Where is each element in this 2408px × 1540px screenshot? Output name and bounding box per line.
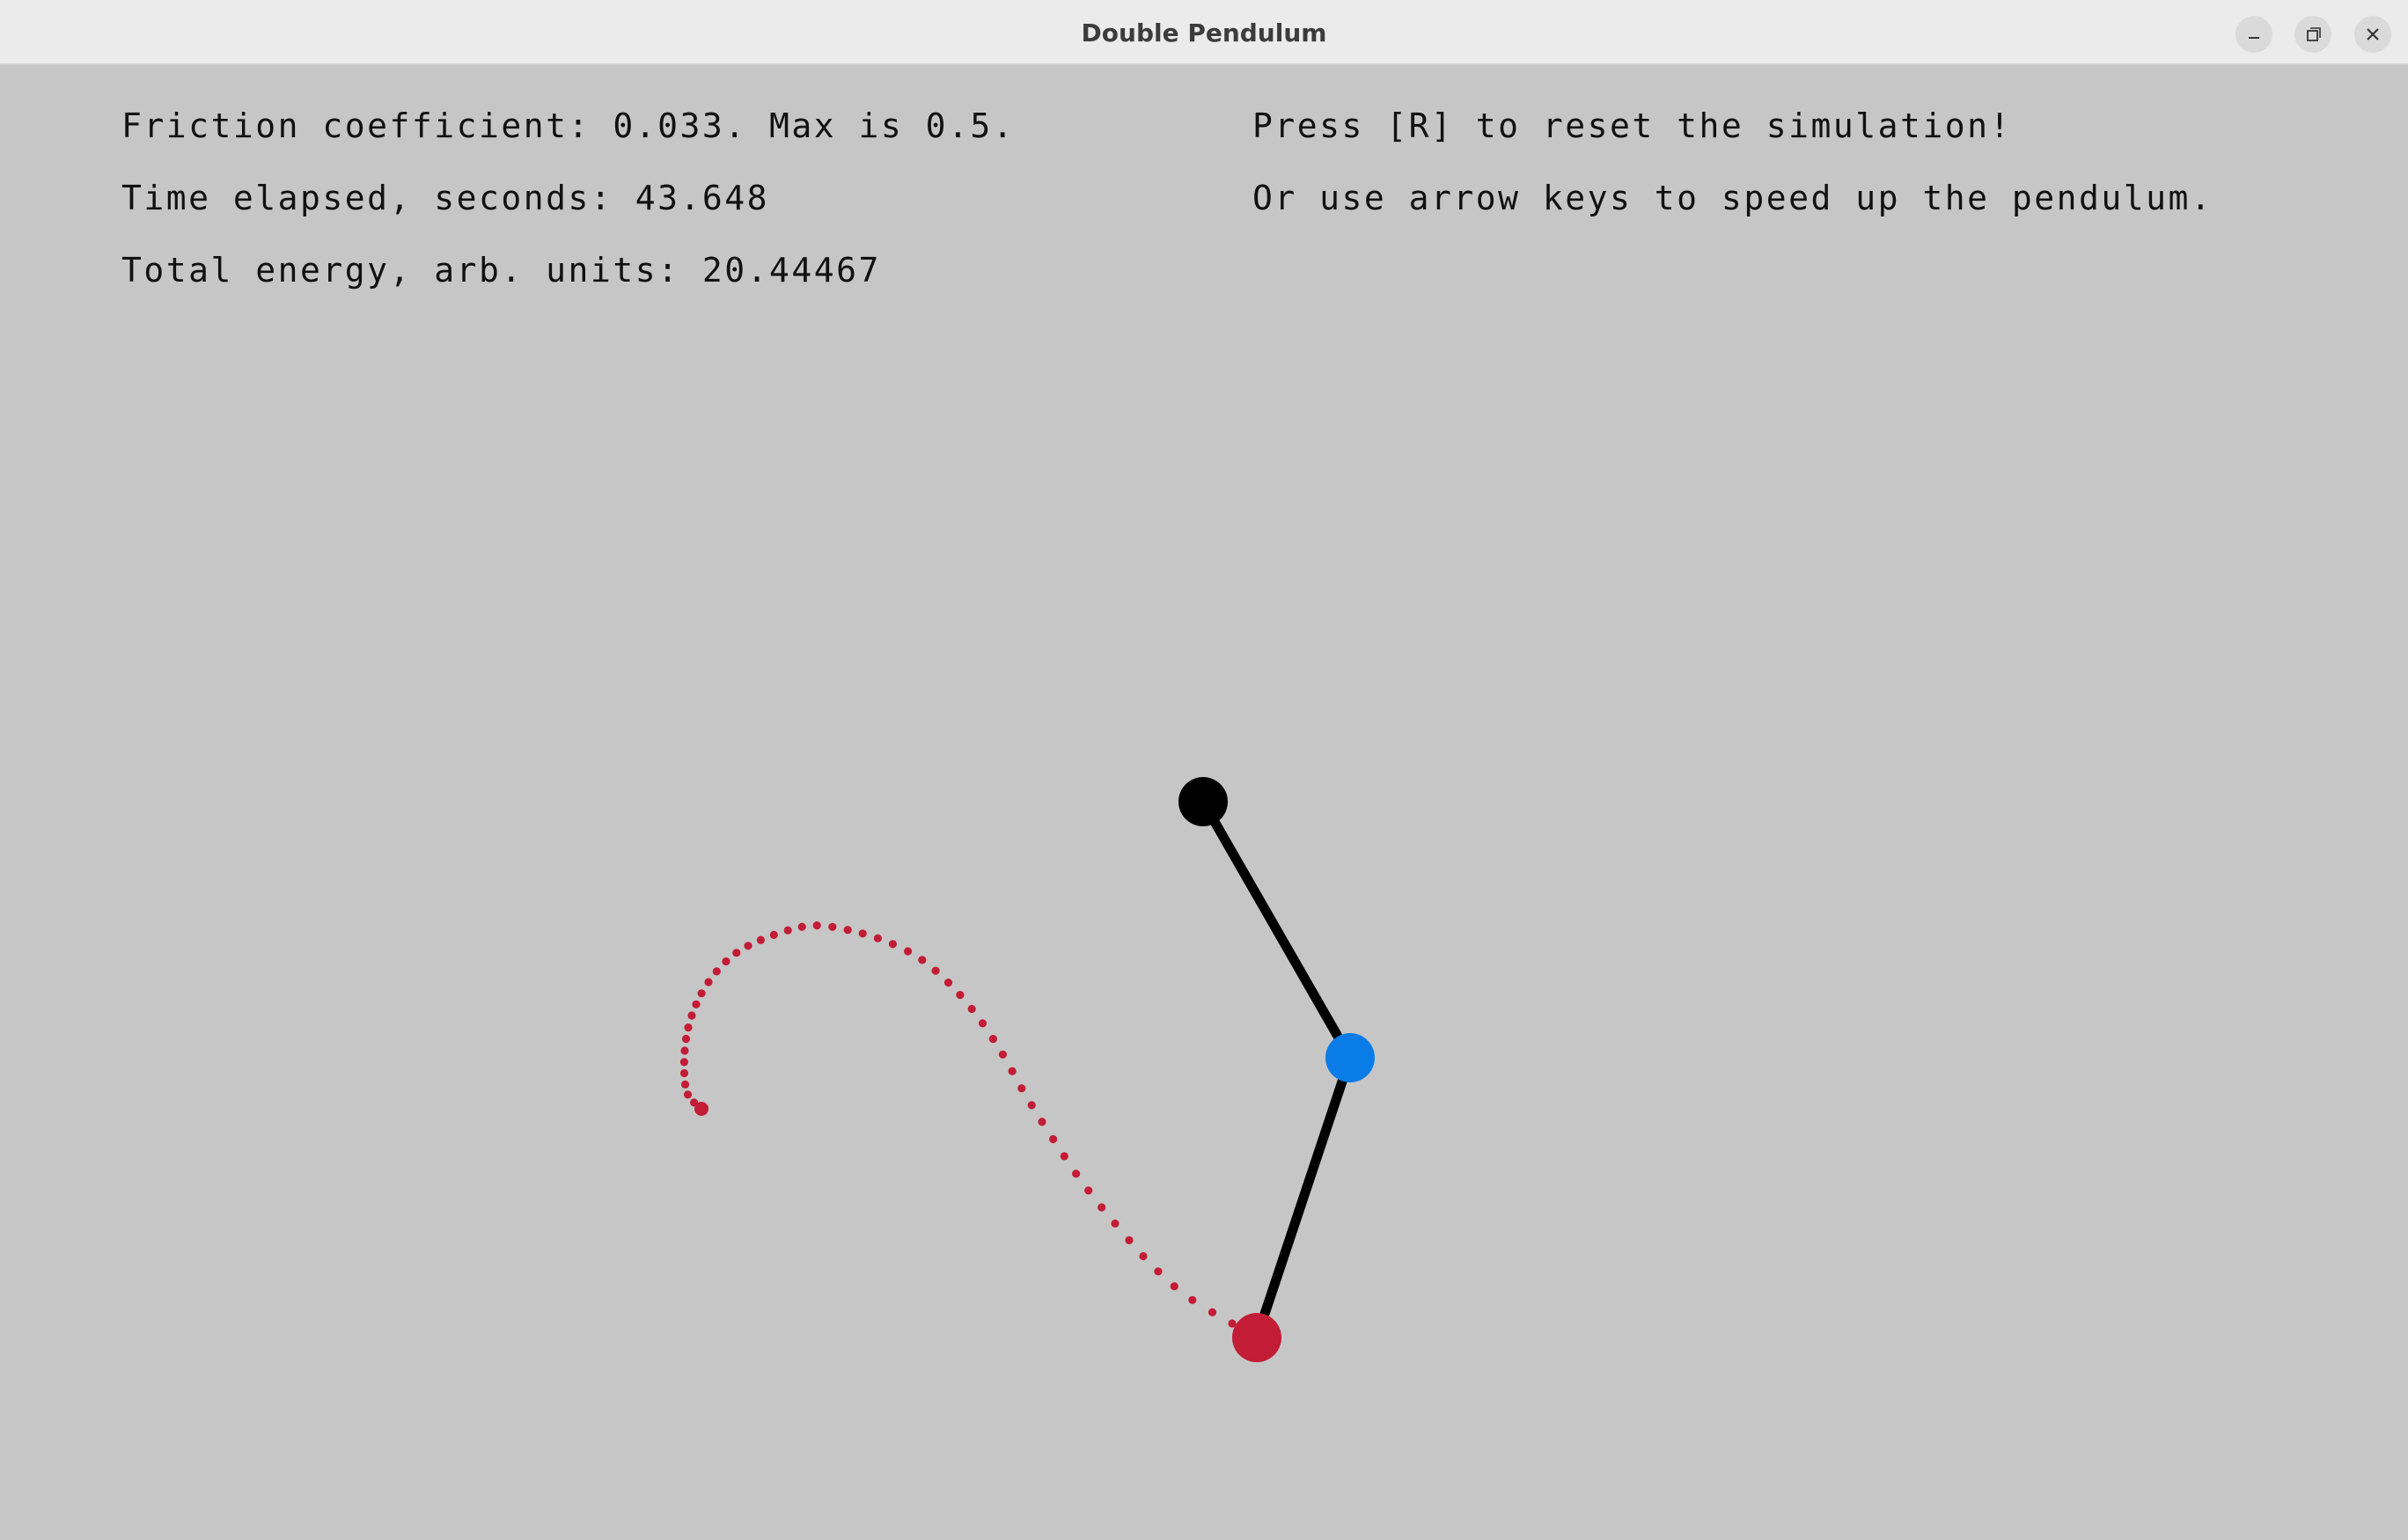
trail-dot	[943, 979, 953, 987]
trail-dot	[687, 1011, 696, 1020]
restore-icon	[2307, 27, 2321, 41]
upper-bob	[1325, 1033, 1375, 1082]
trail-dot	[1049, 1134, 1058, 1144]
trail-dot	[732, 949, 741, 957]
trail-dot	[1188, 1295, 1197, 1304]
minimize-button[interactable]	[2235, 16, 2272, 53]
trail-dot	[1008, 1067, 1017, 1075]
trail-dot	[1125, 1236, 1134, 1244]
lower-rod	[1252, 1052, 1355, 1343]
trail-dot	[679, 1068, 689, 1078]
trail-dot	[858, 929, 867, 938]
trail-dot	[918, 956, 927, 964]
app-window: Double Pendulum Friction coefficient: 0.…	[0, 0, 2408, 1540]
trail-dot	[1098, 1203, 1106, 1212]
trail-dot	[683, 1090, 693, 1099]
trail-dot	[769, 930, 778, 939]
trail-dot	[783, 926, 792, 935]
close-icon	[2367, 28, 2379, 40]
trail-dot	[692, 1000, 701, 1008]
trail-dot	[904, 947, 913, 956]
restore-button[interactable]	[2294, 16, 2331, 53]
trail-dot	[680, 1080, 690, 1089]
trail-dot	[712, 967, 721, 976]
trail-dot	[1017, 1084, 1026, 1093]
trail-dot	[873, 934, 883, 942]
trail-dot	[756, 935, 766, 944]
trail-dot	[797, 922, 806, 931]
simulation-canvas[interactable]: Friction coefficient: 0.033. Max is 0.5.…	[0, 65, 2408, 1540]
trail-dot	[828, 922, 837, 931]
window-title: Double Pendulum	[1081, 18, 1327, 48]
trail-dot	[1027, 1101, 1036, 1110]
trail-dot	[988, 1035, 997, 1044]
minimize-icon	[2249, 37, 2259, 39]
trail-dot	[1139, 1251, 1148, 1261]
trail-dot	[843, 926, 852, 935]
close-button[interactable]	[2354, 16, 2391, 53]
trail-dot	[812, 921, 821, 930]
trail-dot	[690, 1098, 699, 1107]
trail-dot	[1208, 1308, 1217, 1316]
trail-dot	[931, 966, 940, 975]
trail-dot	[722, 957, 730, 966]
trail-dot	[1084, 1186, 1093, 1195]
trail-dot	[1154, 1267, 1163, 1276]
trail-dot	[998, 1050, 1007, 1059]
title-bar[interactable]: Double Pendulum	[0, 0, 2408, 65]
trail-dot	[967, 1004, 976, 1014]
trail-dot	[978, 1019, 987, 1028]
upper-rod	[1198, 796, 1355, 1063]
trail-dot	[888, 940, 898, 949]
trail-dot	[1072, 1170, 1081, 1178]
trail-dot	[1038, 1118, 1046, 1126]
pivot-bob	[1178, 777, 1228, 826]
trail-dot	[680, 1046, 689, 1055]
lower-bob	[1232, 1313, 1281, 1362]
trail-dot	[744, 942, 752, 950]
pendulum-scene	[679, 777, 1375, 1362]
trail-dot	[1170, 1282, 1178, 1291]
trail-dot	[697, 989, 706, 998]
trail-dot	[684, 1023, 693, 1032]
trail-dot	[956, 991, 965, 1000]
trail-dot	[681, 1034, 691, 1044]
trail-dot	[704, 978, 713, 986]
trail-path	[679, 921, 1237, 1328]
trail-dot	[1060, 1152, 1068, 1161]
trail-dot	[1111, 1219, 1120, 1228]
trail-dot	[679, 1058, 689, 1067]
